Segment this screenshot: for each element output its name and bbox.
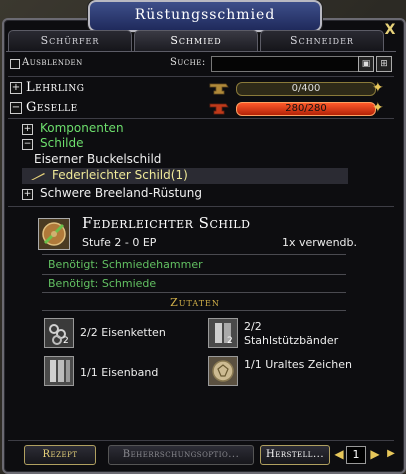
expand-icon[interactable]: + — [22, 189, 33, 200]
filter-row: Ausblenden Suche: ▣ ⊞ — [8, 56, 392, 74]
skill-progress-bar: 280/280 — [236, 102, 376, 116]
recipe-title: Federleichter Schild — [82, 214, 251, 232]
skill-name: Lehrling — [26, 80, 85, 95]
ancient-token-icon[interactable] — [208, 356, 238, 386]
collapse-icon[interactable]: − — [10, 102, 22, 114]
divider-req2 — [42, 274, 346, 275]
expand-all-icon[interactable]: ⊞ — [376, 56, 392, 72]
recipe-list-item[interactable]: Schwere Breeland-Rüstung — [40, 186, 202, 200]
quantity-field[interactable]: 1 — [346, 446, 366, 464]
ingredient-label: 1/1 Eisenband — [80, 366, 159, 379]
expand-icon[interactable]: + — [22, 124, 33, 135]
mastery-star-icon: ✦ — [372, 80, 384, 96]
profession-tabs: Schürfer Schmied Schneider — [8, 30, 396, 52]
requirement-tool: Benötigt: Schmiedehammer — [48, 258, 203, 271]
hide-checkbox[interactable] — [10, 59, 20, 69]
ingredient-label: 1/1 Uraltes Zeichen — [244, 358, 352, 371]
tab-divider — [6, 51, 396, 52]
skill-row-lehrling[interactable]: + Lehrling 0/400 ✦ — [8, 80, 392, 98]
ingredients-divider — [42, 310, 346, 311]
expand-icon[interactable]: + — [10, 82, 22, 94]
divider-top — [8, 76, 394, 77]
decrease-arrow-icon[interactable]: ◀ — [332, 447, 346, 461]
recipe-list-item-selected[interactable]: Federleichter Schild(1) — [52, 168, 188, 182]
shield-icon[interactable] — [38, 218, 70, 250]
anvil-icon — [209, 83, 229, 95]
search-input[interactable] — [211, 56, 359, 72]
anvil-icon — [209, 103, 229, 115]
iron-band-icon[interactable] — [44, 356, 74, 386]
steel-band-icon[interactable] — [208, 318, 238, 348]
skill-progress-bar: 0/400 — [236, 82, 376, 96]
tab-recipe[interactable]: Rezept — [24, 445, 96, 465]
recipe-uses: 1x verwendb. — [282, 236, 358, 249]
collapse-icon[interactable]: − — [22, 139, 33, 150]
divider-req3 — [42, 292, 346, 293]
ingredient-count-badge: 2 — [63, 336, 69, 346]
ingredient-label: 2/2 Eisenketten — [80, 326, 166, 339]
ingredient-label: 2/2 Stahlstützbänder — [244, 320, 339, 347]
skill-row-geselle[interactable]: − Geselle 280/280 ✦ — [8, 100, 392, 118]
search-label: Suche: — [170, 57, 206, 68]
filter-toggle-icon[interactable]: ▣ — [358, 56, 374, 72]
bottom-divider — [8, 440, 394, 441]
increase-arrow-icon[interactable]: ▶ — [368, 447, 382, 461]
tab-schmied[interactable]: Schmied — [134, 30, 258, 51]
tree-category-komponenten[interactable]: Komponenten — [40, 121, 124, 135]
quill-icon — [31, 173, 45, 180]
divider-skills — [8, 118, 394, 119]
skill-name: Geselle — [26, 100, 78, 115]
divider-req — [42, 254, 346, 255]
tree-category-schilde[interactable]: Schilde — [40, 136, 84, 150]
tab-schneider[interactable]: Schneider — [260, 30, 384, 51]
ingredient-count-badge: 2 — [227, 336, 233, 346]
max-arrow-icon[interactable]: ▶ — [384, 447, 398, 461]
make-button[interactable]: Herstell... — [260, 445, 330, 465]
recipe-list-item[interactable]: Eiserner Buckelschild — [34, 152, 161, 166]
divider-details — [8, 206, 394, 207]
window-title: Rüstungsschmied — [88, 0, 322, 32]
mastery-star-icon: ✦ — [372, 100, 384, 116]
tab-mastery-options[interactable]: Beherrschungsoptio... — [108, 445, 254, 465]
ingredients-header: Zutaten — [170, 296, 220, 309]
tab-schuerfer[interactable]: Schürfer — [8, 30, 132, 51]
chain-icon[interactable] — [44, 318, 74, 348]
recipe-level: Stufe 2 - 0 EP — [82, 236, 157, 249]
hide-label: Ausblenden — [22, 57, 83, 68]
requirement-station: Benötigt: Schmiede — [48, 277, 157, 290]
